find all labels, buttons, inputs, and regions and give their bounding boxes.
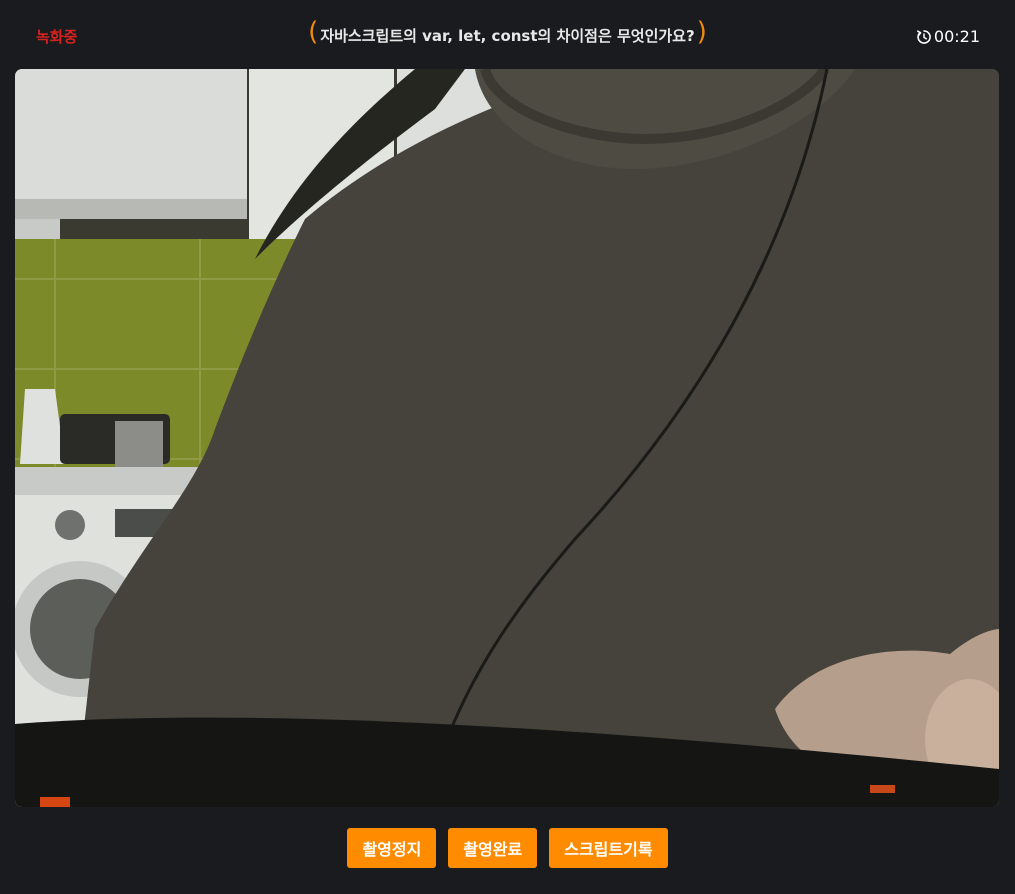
- recording-controls: 촬영정지 촬영완료 스크립트기록: [0, 828, 1015, 868]
- question-open-paren: (: [308, 17, 319, 47]
- script-record-button[interactable]: 스크립트기록: [549, 828, 668, 868]
- question-text: 자바스크립트의 var, let, const의 차이점은 무엇인가요?: [320, 26, 695, 45]
- recording-timer: 00:21: [916, 27, 980, 46]
- interview-recorder: 녹화중 (자바스크립트의 var, let, const의 차이점은 무엇인가요…: [0, 0, 1015, 894]
- question-title: (자바스크립트의 var, let, const의 차이점은 무엇인가요?): [0, 17, 1015, 50]
- webcam-frame: [15, 69, 999, 807]
- timer-reset-icon: [916, 29, 931, 44]
- timer-value: 00:21: [933, 27, 980, 46]
- top-bar: 녹화중 (자바스크립트의 var, let, const의 차이점은 무엇인가요…: [0, 0, 1015, 70]
- question-close-paren: ): [696, 17, 707, 47]
- complete-recording-button[interactable]: 촬영완료: [448, 828, 538, 868]
- stop-recording-button[interactable]: 촬영정지: [347, 828, 437, 868]
- webcam-video: [15, 69, 999, 807]
